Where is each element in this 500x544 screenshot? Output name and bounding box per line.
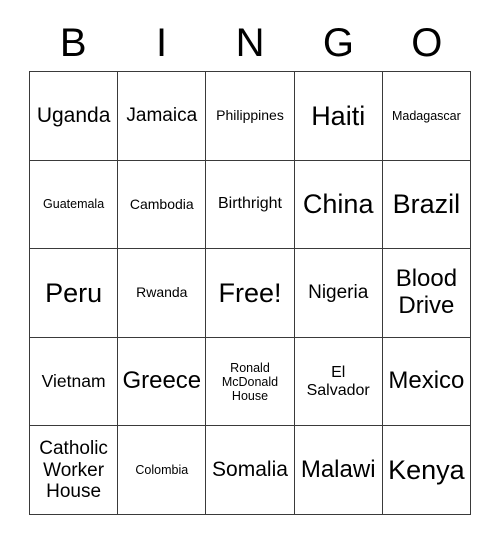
bingo-cell-g5[interactable]: Malawi	[294, 426, 383, 515]
bingo-free-space-label: Free!	[218, 277, 282, 308]
bingo-header-letter-n: N	[235, 21, 265, 65]
bingo-cell-label: Ronald McDonald House	[221, 360, 279, 403]
bingo-cell-label: Nigeria	[308, 282, 369, 304]
bingo-cell-i2[interactable]: Cambodia	[118, 160, 207, 250]
bingo-cell-label: Guatemala	[43, 197, 105, 212]
bingo-cell-label: El Salvador	[306, 363, 370, 399]
bingo-cell-label: Uganda	[36, 104, 111, 128]
bingo-cell-o2[interactable]: Brazil	[382, 160, 471, 250]
bingo-cell-label: Philippines	[216, 106, 284, 123]
bingo-cell-label: Cambodia	[129, 195, 194, 212]
bingo-header-row: B I N G O	[29, 18, 471, 68]
bingo-cell-label: Mexico	[388, 367, 465, 395]
bingo-cell-label: Peru	[45, 277, 103, 308]
bingo-cell-label: Somalia	[212, 458, 288, 482]
bingo-cell-label: Rwanda	[136, 284, 188, 301]
bingo-cell-label: Catholic Worker House	[39, 438, 108, 502]
bingo-header-letter-i: I	[156, 21, 168, 65]
bingo-cell-label: Birthright	[217, 195, 282, 213]
bingo-cell-i3[interactable]: Rwanda	[118, 249, 207, 338]
bingo-cell-n1[interactable]: Philippines	[206, 72, 295, 161]
bingo-cell-o1[interactable]: Madagascar	[382, 72, 471, 161]
bingo-cell-i1[interactable]: Jamaica	[118, 72, 207, 161]
bingo-cell-o4[interactable]: Mexico	[382, 337, 471, 427]
bingo-cell-g3[interactable]: Nigeria	[294, 249, 383, 338]
bingo-cell-g4[interactable]: El Salvador	[294, 337, 383, 427]
bingo-header-letter-o: O	[411, 21, 443, 65]
bingo-cell-label: Jamaica	[126, 105, 198, 127]
bingo-cell-label: Kenya	[388, 455, 465, 486]
bingo-cell-g2[interactable]: China	[294, 160, 383, 250]
bingo-cell-label: Malawi	[300, 455, 376, 483]
bingo-card: B I N G O Uganda Jamaica Philippines Hai…	[0, 0, 500, 544]
bingo-cell-g1[interactable]: Haiti	[294, 72, 383, 161]
bingo-cell-i4[interactable]: Greece	[118, 337, 207, 427]
bingo-cell-i5[interactable]: Colombia	[118, 426, 207, 515]
bingo-cell-label: Colombia	[135, 463, 189, 478]
bingo-cell-b4[interactable]: Vietnam	[30, 337, 119, 427]
bingo-cell-label: Brazil	[392, 189, 461, 220]
bingo-cell-n5[interactable]: Somalia	[206, 426, 295, 515]
bingo-cell-label: China	[302, 189, 374, 220]
bingo-cell-o3[interactable]: Blood Drive	[382, 249, 471, 338]
bingo-cell-label: Madagascar	[391, 108, 461, 123]
bingo-cell-label: Vietnam	[41, 370, 106, 391]
bingo-cell-b1[interactable]: Uganda	[30, 72, 119, 161]
bingo-cell-b5[interactable]: Catholic Worker House	[30, 426, 119, 515]
bingo-cell-label: Blood Drive	[395, 265, 458, 319]
bingo-header-letter-g: G	[322, 21, 354, 65]
bingo-cell-n2[interactable]: Birthright	[206, 160, 295, 250]
bingo-header-letter-b: B	[59, 21, 87, 65]
bingo-grid: Uganda Jamaica Philippines Haiti Madagas…	[29, 71, 471, 515]
bingo-cell-n4[interactable]: Ronald McDonald House	[206, 337, 295, 427]
bingo-cell-label: Greece	[122, 367, 202, 395]
bingo-cell-o5[interactable]: Kenya	[382, 426, 471, 515]
bingo-cell-b3[interactable]: Peru	[30, 249, 119, 338]
bingo-cell-free-space[interactable]: Free!	[206, 249, 295, 338]
bingo-cell-label: Haiti	[311, 100, 366, 131]
bingo-cell-b2[interactable]: Guatemala	[30, 160, 119, 250]
